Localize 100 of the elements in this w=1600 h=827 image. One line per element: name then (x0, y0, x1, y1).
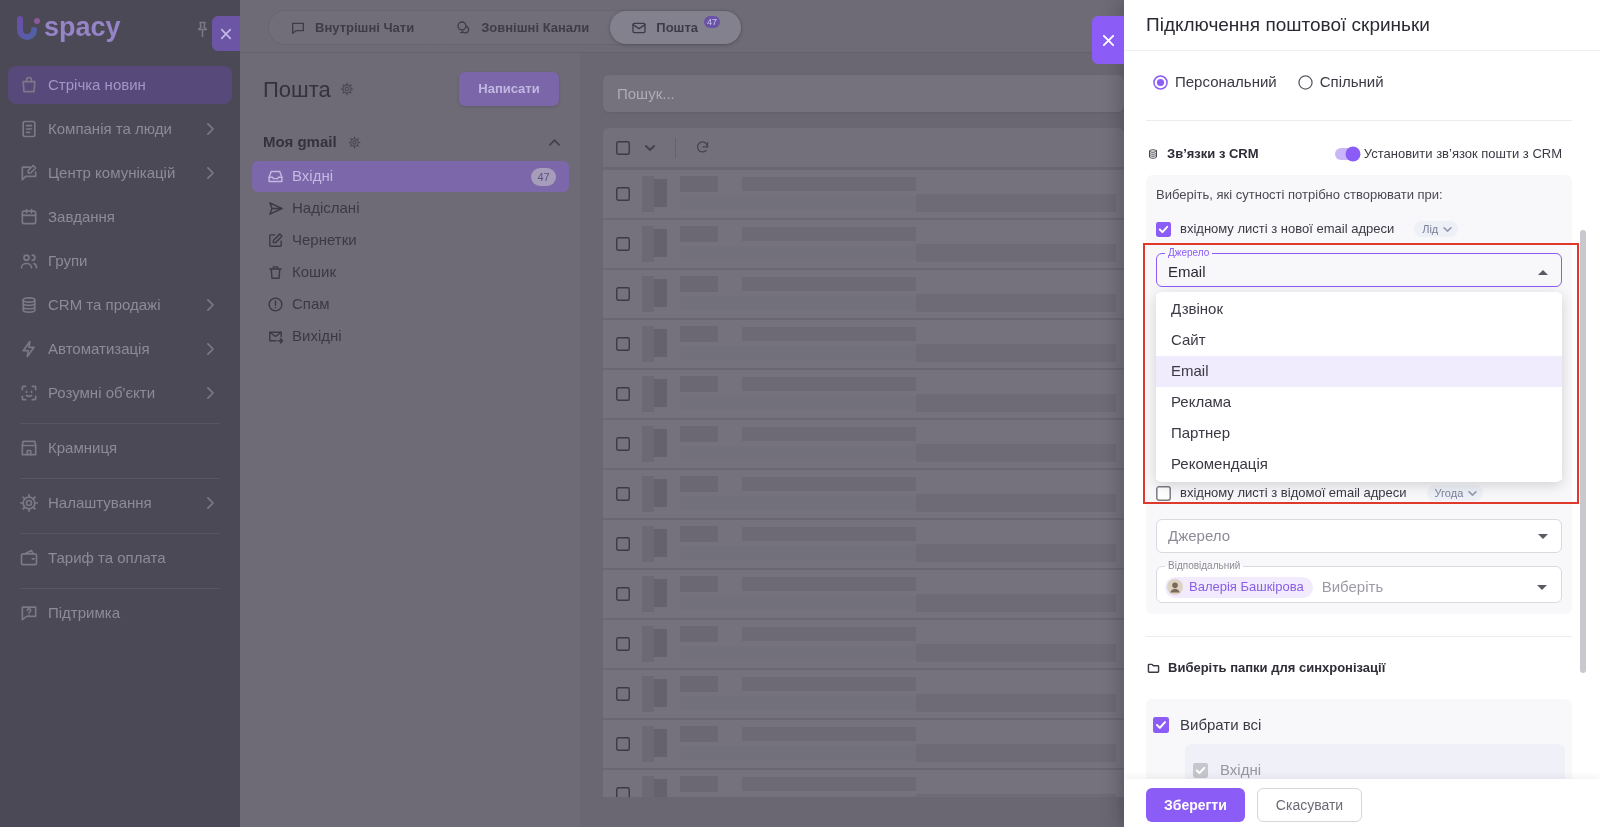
checkbox[interactable] (616, 387, 630, 401)
chat-pen-icon (19, 163, 39, 183)
checkbox[interactable] (616, 487, 630, 501)
bag-icon (19, 75, 39, 95)
sidebar-item[interactable]: Тариф та оплата (8, 539, 232, 577)
checkbox[interactable] (616, 187, 630, 201)
refresh-icon[interactable] (695, 140, 710, 155)
sidebar-item[interactable]: CRM та продажі (8, 286, 232, 324)
sidebar-item[interactable]: Автоматизація (8, 330, 232, 368)
radio-button[interactable] (1297, 74, 1313, 90)
wallet-icon (19, 548, 39, 568)
checkbox[interactable] (616, 287, 630, 301)
close-icon (1101, 33, 1115, 47)
sidebar-item[interactable]: Стрічка новин (8, 66, 232, 104)
send-icon (267, 200, 284, 217)
scrollbar-thumb[interactable] (1580, 230, 1586, 673)
close-button[interactable] (1092, 16, 1124, 64)
message-row[interactable] (603, 320, 1124, 368)
radio-button[interactable] (1153, 74, 1168, 90)
alert-icon (267, 296, 284, 313)
checkbox[interactable] (616, 737, 630, 751)
document-icon (19, 119, 39, 139)
checkbox[interactable] (616, 687, 630, 701)
count-badge: 47 (531, 167, 556, 186)
close-button[interactable] (212, 16, 240, 51)
message-row[interactable] (603, 620, 1124, 668)
checkbox[interactable] (616, 140, 630, 155)
rule-label: вхідному листі з нової email адреси (1180, 220, 1395, 239)
checkbox[interactable] (616, 337, 630, 351)
source-select[interactable]: Джерело (1156, 519, 1562, 553)
source-select[interactable]: Джерело Email (1156, 247, 1562, 287)
avatar-icon (1167, 579, 1183, 595)
chevron-down-icon (1468, 490, 1478, 496)
dropdown-option[interactable]: Партнер (1156, 418, 1562, 449)
responsible-select[interactable]: Відповідальний Валерія Башкірова Виберіть (1156, 560, 1562, 603)
message-row[interactable] (603, 270, 1124, 318)
sidebar-item[interactable]: Групи (8, 242, 232, 280)
sidebar-item[interactable]: Розумні об'єкти (8, 374, 232, 412)
coins-icon (1147, 147, 1159, 161)
inbox-icon (267, 168, 284, 185)
logo-text: spacy (44, 13, 121, 44)
dropdown-arrow-icon (1538, 270, 1548, 275)
chevron-down-icon[interactable] (645, 144, 655, 151)
dropdown-option[interactable]: Реклама (1156, 387, 1562, 418)
checkbox[interactable] (1156, 485, 1171, 501)
checkbox[interactable] (616, 587, 630, 601)
entity-dropdown[interactable]: Лід (1414, 221, 1459, 237)
dropdown-option[interactable]: Рекомендація (1156, 449, 1562, 480)
folder-item[interactable]: Вхідні 47 (252, 161, 569, 192)
sidebar-item[interactable]: Завдання (8, 198, 232, 236)
checkbox[interactable] (616, 537, 630, 551)
checkbox[interactable] (616, 787, 630, 797)
user-chip[interactable]: Валерія Башкірова (1165, 576, 1313, 598)
settings-icon[interactable] (347, 135, 361, 149)
toggle-label: Установити зв’язок пошти з CRM (1363, 145, 1562, 164)
message-row[interactable] (603, 220, 1124, 268)
checkbox[interactable] (1156, 221, 1171, 237)
pin-icon[interactable] (197, 20, 208, 38)
checkbox[interactable] (616, 437, 630, 451)
users-icon (19, 251, 39, 271)
dropdown-arrow-icon (1537, 584, 1547, 590)
checkbox-label: Вхідні (1220, 759, 1262, 779)
dropdown-option[interactable]: Дзвінок (1156, 294, 1562, 325)
toggle-switch[interactable] (1333, 146, 1361, 162)
tab[interactable]: Пошта 47 (610, 11, 742, 44)
cancel-button[interactable]: Скасувати (1256, 788, 1363, 822)
sidebar-item[interactable]: Центр комунікацій (8, 154, 232, 192)
edit-icon (267, 232, 284, 249)
message-row[interactable] (603, 370, 1124, 418)
message-row[interactable] (603, 470, 1124, 518)
sidebar-item[interactable]: Компанія та люди (8, 110, 232, 148)
account-name: Моя gmail (263, 131, 337, 152)
entity-dropdown[interactable]: Угода (1426, 485, 1484, 501)
section-heading: Виберіть папки для синхронізації (1168, 659, 1386, 678)
chevron-up-icon[interactable] (549, 138, 560, 146)
coins-icon (19, 295, 39, 315)
message-row[interactable] (603, 670, 1124, 718)
sidebar-item[interactable]: Крамниця (8, 429, 232, 467)
message-row[interactable] (603, 570, 1124, 618)
calendar-icon (19, 207, 39, 227)
message-row[interactable] (603, 520, 1124, 568)
chevron-down-icon (1443, 226, 1453, 232)
checkbox-label: Вибрати всі (1180, 714, 1262, 735)
dropdown-option[interactable]: Email (1156, 356, 1562, 387)
dropdown-option[interactable]: Сайт (1156, 325, 1562, 356)
sidebar-item[interactable]: Налаштування (8, 484, 232, 522)
dialog-title: Підключення поштової скриньки (1146, 12, 1430, 37)
message-row[interactable] (603, 170, 1124, 218)
settings-icon[interactable] (339, 82, 354, 96)
checkbox[interactable] (1153, 717, 1169, 733)
sidebar-item[interactable]: Підтримка (8, 594, 232, 632)
message-row[interactable] (603, 420, 1124, 468)
checkbox[interactable] (616, 237, 630, 251)
radio-label: Персональний (1175, 71, 1277, 92)
save-button[interactable]: Зберегти (1146, 788, 1245, 822)
checkbox[interactable] (616, 637, 630, 651)
compose-button[interactable]: Написати (459, 72, 559, 106)
section-heading: Зв’язки з CRM (1167, 145, 1259, 164)
search-field[interactable]: Пошук... (603, 75, 1124, 112)
message-row[interactable] (603, 720, 1124, 768)
